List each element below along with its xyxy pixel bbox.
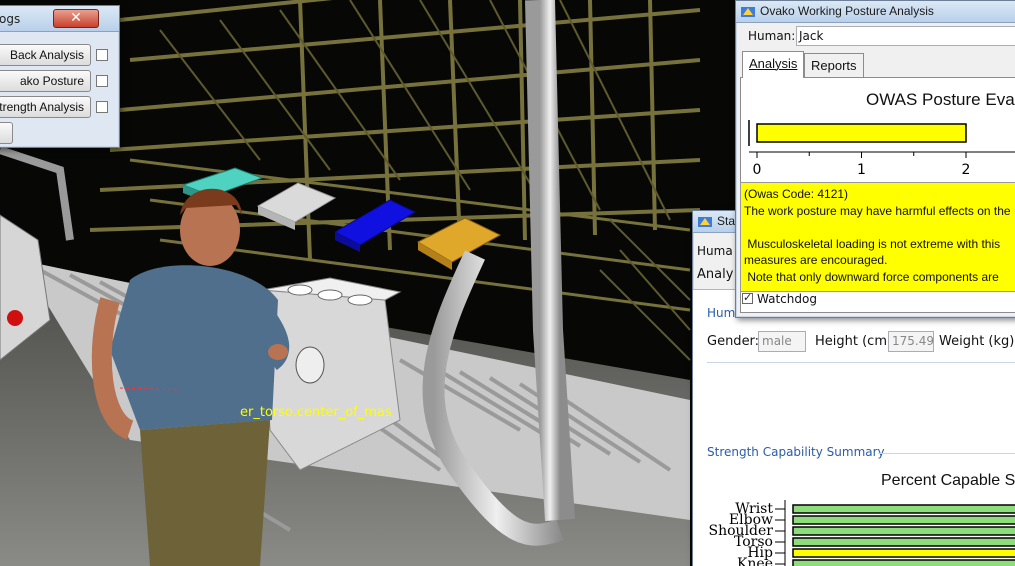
human-section-header[interactable]: Hum: [707, 306, 735, 320]
owas-message-line: measures are encouraged.: [744, 253, 888, 267]
human-label: Human:: [748, 29, 796, 43]
owas-x-tick-label: 1: [857, 162, 866, 178]
owas-message-line: [744, 219, 1015, 236]
tab-analysis[interactable]: Analy: [697, 267, 733, 282]
dialogs-titlebar[interactable]: ogs ✕: [0, 6, 119, 32]
tab-reports[interactable]: Reports: [804, 53, 864, 77]
owas-titlebar[interactable]: Ovako Working Posture Analysis: [736, 1, 1015, 23]
strength-category-label: Knee: [737, 556, 773, 566]
owas-chart-title: OWAS Posture Eval: [866, 90, 1015, 109]
height-field[interactable]: 175.49: [888, 331, 934, 352]
strength-analysis-checkbox[interactable]: [96, 101, 108, 113]
tab-analysis-label: Analysis: [749, 56, 798, 71]
tab-analysis[interactable]: Analysis: [742, 51, 805, 78]
strength-bar: [792, 515, 1015, 525]
weight-label: Weight (kg):: [939, 334, 1015, 349]
dialogs-window: ogs ✕ Back Analysis ako Posture trength …: [0, 5, 120, 148]
ovako-posture-checkbox[interactable]: [96, 75, 108, 87]
strength-window-title: Sta: [717, 214, 736, 228]
app-icon: [698, 217, 712, 227]
owas-message-line: Musculoskeletal loading is not extreme w…: [744, 236, 1001, 251]
separator: [878, 453, 1015, 454]
tab-reports-label: Reports: [811, 58, 857, 73]
dialogs-title: ogs: [0, 12, 21, 26]
owas-chart: 0 1 2: [748, 120, 1015, 178]
ovako-posture-button[interactable]: ako Posture: [0, 70, 91, 92]
app-icon: [741, 7, 755, 17]
human-field[interactable]: Jack: [796, 26, 1015, 46]
strength-summary-header[interactable]: Strength Capability Summary: [707, 445, 885, 459]
owas-bar: [756, 123, 967, 143]
separator: [707, 362, 1015, 363]
watchdog-label: Watchdog: [757, 292, 817, 306]
back-analysis-button[interactable]: Back Analysis: [0, 44, 91, 66]
percent-capable-chart: WristElbowShoulderTorsoHipKneeAnkle: [709, 500, 1015, 566]
screen: er_torso.center_of_mas ogs ✕ Back Analys…: [0, 0, 1015, 566]
strength-chart-title: Percent Capable S: [881, 472, 1015, 489]
gender-label: Gender:: [707, 334, 760, 349]
watchdog-checkbox[interactable]: Watchdog: [742, 291, 817, 306]
viewport-floating-label: er_torso.center_of_mas: [240, 405, 392, 420]
strength-bar: [792, 504, 1015, 514]
strength-panel: Hum Gender: male Height (cm): 175.49 Wei…: [693, 289, 1015, 566]
owas-message-line: (Owas Code: 4121): [744, 187, 849, 201]
back-analysis-checkbox[interactable]: [96, 49, 108, 61]
dialogs-extra-button[interactable]: [0, 122, 13, 144]
owas-message-line: The work posture may have harmful effect…: [744, 203, 1011, 218]
strength-human-label: Huma: [697, 244, 733, 258]
gender-field[interactable]: male: [758, 331, 806, 352]
strength-bar: [792, 559, 1015, 566]
strength-bar: [792, 537, 1015, 547]
owas-message-line: Note that only downward force components…: [744, 269, 999, 284]
dialog-row-ovako-posture: ako Posture: [0, 70, 116, 92]
owas-window: Ovako Working Posture Analysis Human: Ja…: [735, 0, 1015, 318]
strength-bar: [792, 526, 1015, 536]
strength-bar: [792, 548, 1015, 558]
owas-x-tick-label: 2: [962, 162, 971, 178]
close-icon: ✕: [70, 10, 82, 26]
owas-window-title: Ovako Working Posture Analysis: [760, 4, 934, 18]
owas-x-tick-label: 0: [753, 162, 762, 178]
checkbox-icon: [742, 291, 753, 304]
dialog-row-strength-analysis: trength Analysis: [0, 96, 116, 118]
height-label: Height (cm):: [815, 334, 897, 349]
dialog-row-back-analysis: Back Analysis: [0, 44, 116, 66]
owas-message-box: (Owas Code: 4121) The work posture may ha…: [740, 182, 1015, 292]
strength-analysis-button[interactable]: trength Analysis: [0, 96, 91, 118]
close-button[interactable]: ✕: [53, 9, 99, 28]
